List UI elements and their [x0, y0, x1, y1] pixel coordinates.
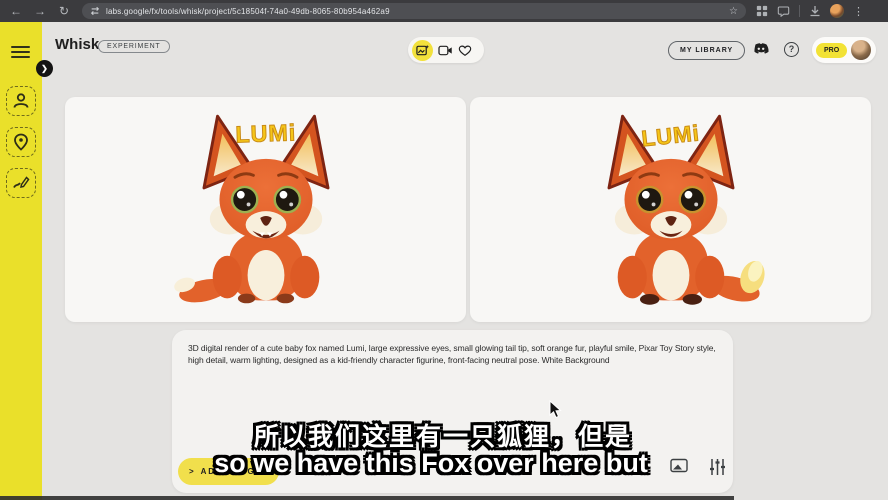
- account-pill[interactable]: PRO: [812, 37, 876, 63]
- user-avatar[interactable]: [851, 40, 871, 60]
- experiment-badge: EXPERIMENT: [98, 40, 170, 53]
- hamburger-menu-icon[interactable]: [11, 46, 30, 61]
- aspect-ratio-icon: [670, 458, 688, 473]
- generated-image-left[interactable]: LUMi: [65, 97, 466, 322]
- video-mode-button[interactable]: [438, 44, 453, 57]
- image-generate-icon: [416, 44, 429, 57]
- mode-switcher: [408, 37, 484, 63]
- mouse-cursor: [549, 400, 563, 420]
- browser-menu-dots-icon[interactable]: ⋮: [853, 5, 864, 18]
- back-arrow-icon[interactable]: ←: [4, 0, 28, 22]
- my-library-button[interactable]: MY LIBRARY: [668, 41, 745, 60]
- toolbar-divider: [799, 5, 800, 17]
- heart-icon: [458, 44, 472, 57]
- discord-icon: [752, 43, 770, 57]
- tune-sliders-icon: [709, 458, 726, 475]
- sidebar: [0, 22, 42, 500]
- video-generate-icon: [438, 44, 453, 57]
- aspect-ratio-button[interactable]: [670, 458, 688, 478]
- address-bar[interactable]: labs.google/fx/tools/whisk/project/5c185…: [82, 3, 746, 19]
- fox-name-caption-right: LUMi: [640, 120, 701, 151]
- extensions-grid-icon[interactable]: [756, 5, 768, 17]
- download-icon[interactable]: [809, 5, 821, 17]
- sidebar-item-scene[interactable]: [6, 127, 36, 157]
- sidebar-expand-button[interactable]: ❯: [36, 60, 53, 77]
- location-pin-icon: [12, 133, 30, 151]
- forward-arrow-icon[interactable]: →: [28, 0, 52, 22]
- reload-icon[interactable]: ↻: [52, 0, 76, 22]
- sidebar-item-style[interactable]: [6, 168, 36, 198]
- bookmark-star-icon[interactable]: ☆: [729, 6, 738, 17]
- video-edge-strip: [0, 496, 734, 500]
- help-button[interactable]: ?: [784, 42, 799, 57]
- generated-image-right[interactable]: LUMi: [470, 97, 871, 322]
- fox-illustration-left: LUMi: [140, 110, 392, 322]
- sidebar-item-subject[interactable]: [6, 86, 36, 116]
- fox-illustration-right: LUMi: [545, 110, 797, 322]
- url-text: labs.google/fx/tools/whisk/project/5c185…: [106, 7, 390, 16]
- browser-profile-avatar[interactable]: [830, 4, 844, 18]
- pro-badge: PRO: [816, 43, 847, 58]
- discord-button[interactable]: [752, 43, 770, 62]
- chat-bubble-icon[interactable]: [777, 5, 790, 17]
- question-mark-icon: ?: [789, 44, 795, 54]
- fox-name-caption-left: LUMi: [235, 119, 297, 147]
- favorites-button[interactable]: [458, 44, 472, 57]
- chevron-right-icon: >: [189, 467, 194, 476]
- settings-button[interactable]: [709, 458, 726, 480]
- site-swap-icon: [90, 6, 100, 16]
- prompt-text[interactable]: 3D digital render of a cute baby fox nam…: [188, 342, 733, 367]
- browser-toolbar: ← → ↻ labs.google/fx/tools/whisk/project…: [0, 0, 888, 22]
- person-icon: [12, 92, 30, 110]
- image-mode-button[interactable]: [412, 40, 433, 61]
- subtitle-english: so we have this Fox over here but: [214, 448, 648, 479]
- page-title: Whisk: [55, 36, 99, 53]
- style-pen-icon: [12, 174, 30, 192]
